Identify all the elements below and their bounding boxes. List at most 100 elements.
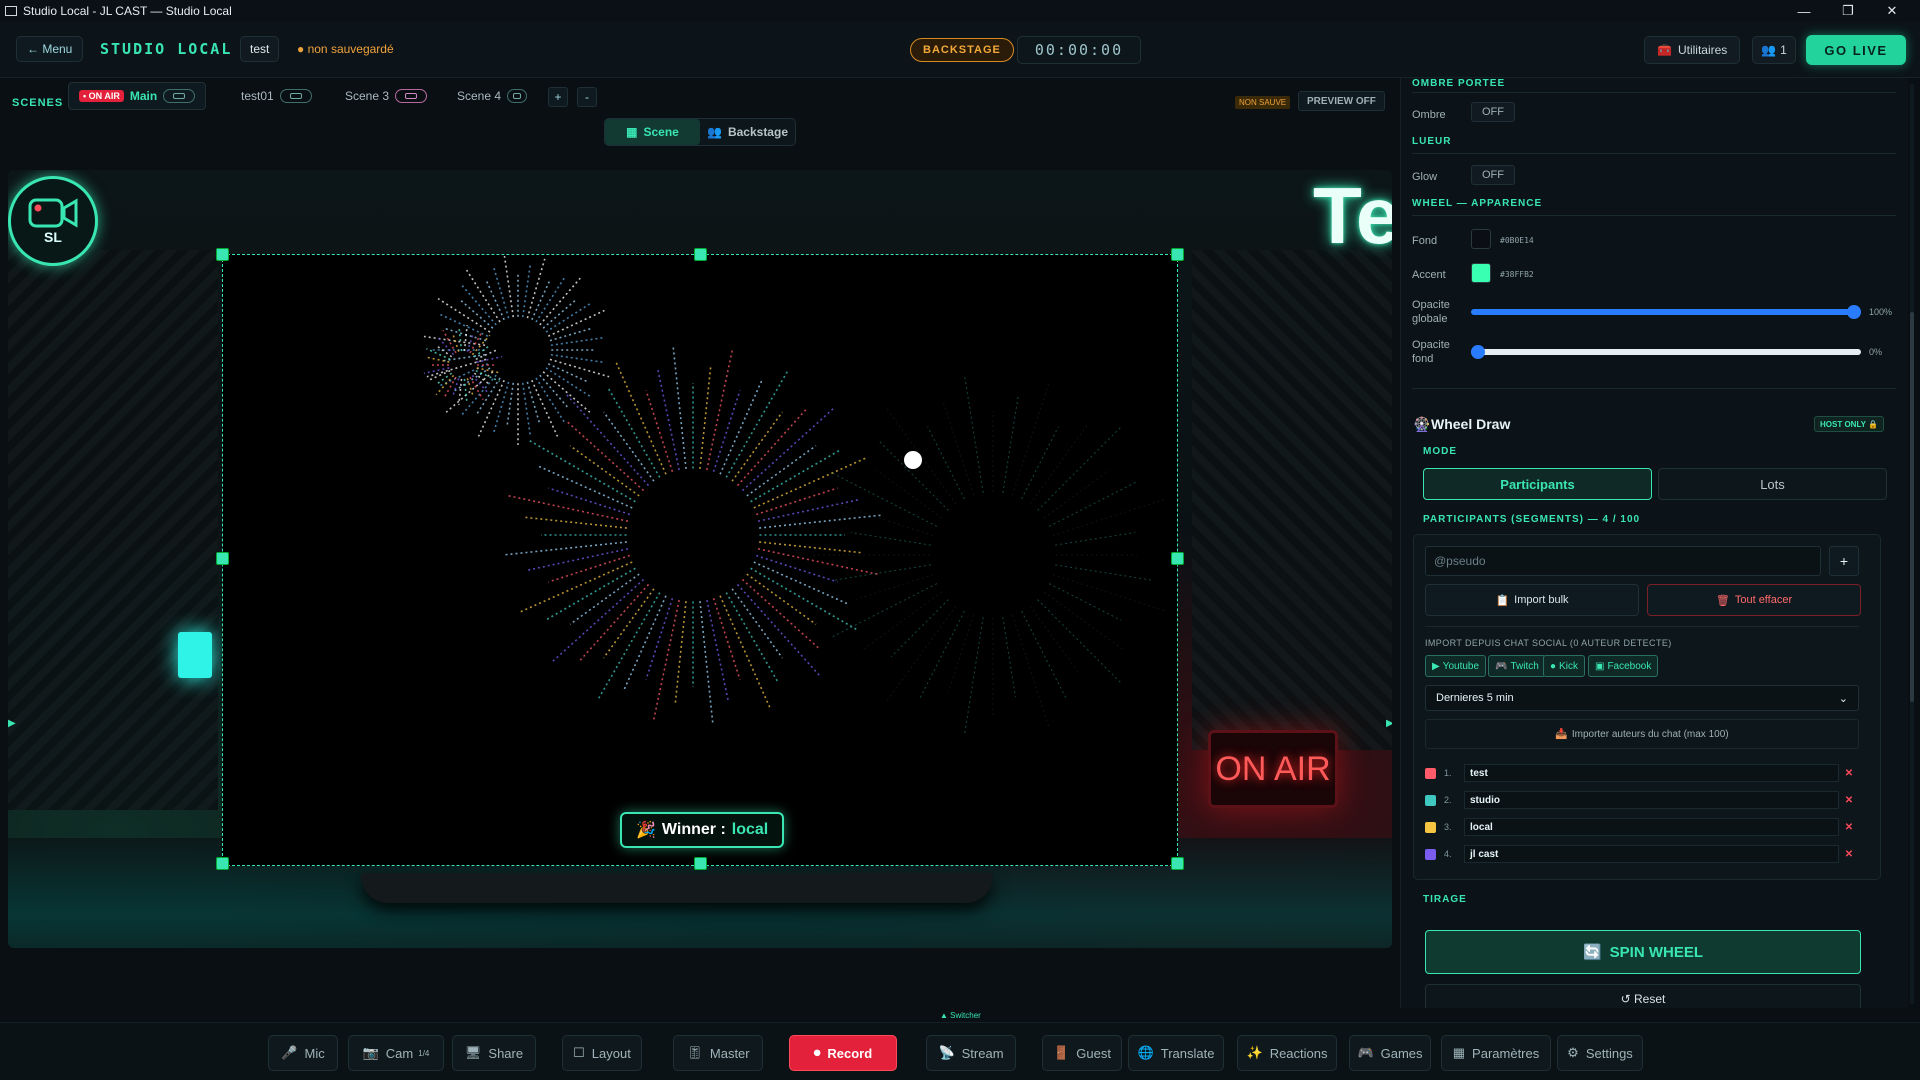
- add-scene-button[interactable]: +: [548, 87, 568, 107]
- ombre-toggle[interactable]: OFF: [1471, 102, 1515, 122]
- facebook-button[interactable]: ▣ Facebook: [1588, 655, 1659, 677]
- resize-handle-tr[interactable]: [1171, 248, 1184, 261]
- resize-handle-b[interactable]: [694, 857, 707, 870]
- reset-button[interactable]: ↺ Reset: [1425, 984, 1861, 1008]
- reactions-button[interactable]: ✨ Reactions: [1237, 1035, 1337, 1071]
- resize-handle-r[interactable]: [1171, 552, 1184, 565]
- games-button[interactable]: 🎮 Games: [1349, 1035, 1431, 1071]
- resize-handle-br[interactable]: [1171, 857, 1184, 870]
- firework-spark: [699, 364, 712, 469]
- layout-button[interactable]: ☐ Layout: [562, 1035, 642, 1071]
- expand-left-icon[interactable]: ▶: [8, 718, 16, 729]
- mic-button[interactable]: 🎤 Mic: [268, 1035, 338, 1071]
- translate-button[interactable]: 🌐 Translate: [1128, 1035, 1224, 1071]
- resize-handle-tl[interactable]: [216, 248, 229, 261]
- opacite-globale-knob[interactable]: [1847, 305, 1861, 319]
- close-icon[interactable]: ✕: [1870, 0, 1914, 22]
- participant-name[interactable]: test: [1464, 764, 1839, 782]
- expand-right-icon[interactable]: ▶: [1386, 718, 1392, 729]
- firework-spark: [603, 411, 655, 482]
- opacite-globale-slider[interactable]: [1471, 309, 1861, 315]
- maximize-icon[interactable]: ❐: [1826, 0, 1870, 22]
- remove-participant-icon[interactable]: ✕: [1839, 849, 1859, 860]
- preview-off-button[interactable]: PREVIEW OFF: [1298, 91, 1385, 111]
- stream-button[interactable]: 📡 Stream: [926, 1035, 1016, 1071]
- scrollbar-thumb[interactable]: [1910, 312, 1914, 702]
- resize-handle-t[interactable]: [694, 248, 707, 261]
- remove-participant-icon[interactable]: ✕: [1839, 822, 1859, 833]
- panel-scrollbar[interactable]: [1910, 84, 1914, 1004]
- firework-spark: [506, 382, 515, 426]
- firework-spark: [1029, 423, 1089, 505]
- firework-spark: [603, 588, 655, 659]
- twitch-label: Twitch: [1510, 660, 1539, 672]
- resize-handle-bl[interactable]: [216, 857, 229, 870]
- scene-toggle-icon[interactable]: [395, 89, 428, 103]
- cam-button[interactable]: 📷 Cam 1/4: [348, 1035, 444, 1071]
- wheel-overlay-frame[interactable]: [222, 254, 1178, 866]
- slider-icon: 🎚: [686, 1045, 703, 1060]
- scene-tab-scene-3[interactable]: Scene 3: [335, 82, 437, 110]
- spin-icon: 🔄: [1582, 944, 1602, 961]
- scene-toggle-icon[interactable]: [279, 89, 312, 103]
- clear-all-button[interactable]: 🗑 Tout effacer: [1647, 584, 1861, 616]
- firework-spark: [1011, 383, 1050, 496]
- add-participant-button[interactable]: +: [1829, 546, 1859, 576]
- share-button[interactable]: 🖥 Share: [452, 1035, 536, 1071]
- camera-icon: 📷: [362, 1045, 379, 1060]
- youtube-button[interactable]: ▶ Youtube: [1425, 655, 1487, 677]
- accent-color-swatch[interactable]: [1471, 263, 1491, 283]
- mode-lots-button[interactable]: Lots: [1658, 468, 1887, 500]
- gamepad-icon: 🎮: [1357, 1045, 1374, 1060]
- remove-participant-icon[interactable]: ✕: [1839, 795, 1859, 806]
- firework-spark: [1021, 610, 1067, 700]
- glow-toggle[interactable]: OFF: [1471, 165, 1515, 185]
- settings-button[interactable]: ⚙ Settings: [1557, 1035, 1643, 1071]
- fond-color-swatch[interactable]: [1471, 229, 1491, 249]
- opacite-fond-slider[interactable]: [1471, 349, 1861, 355]
- monitor-icon: 🖥: [464, 1045, 482, 1060]
- go-live-button[interactable]: GO LIVE: [1806, 35, 1906, 65]
- import-bulk-button[interactable]: 📋 Import bulk: [1425, 584, 1639, 616]
- scene-tab-scene-4[interactable]: Scene 4: [447, 82, 537, 110]
- period-select[interactable]: Dernieres 5 min ⌄: [1425, 685, 1859, 711]
- participant-color[interactable]: [1425, 794, 1436, 806]
- participant-color[interactable]: [1425, 848, 1436, 860]
- participant-color[interactable]: [1425, 821, 1436, 833]
- scene-view-button[interactable]: ▦ Scene: [605, 119, 700, 145]
- project-name[interactable]: test: [240, 36, 280, 62]
- kick-icon: ●: [1550, 660, 1557, 672]
- twitch-button[interactable]: 🎮 Twitch: [1488, 655, 1546, 677]
- menu-button[interactable]: ← Menu: [16, 36, 84, 62]
- backstage-view-button[interactable]: 👥 Backstage: [700, 119, 795, 145]
- scene-tab-main[interactable]: • ON AIR Main: [68, 82, 207, 110]
- parametres-button[interactable]: ▦ Paramètres: [1441, 1035, 1551, 1071]
- spin-wheel-button[interactable]: 🔄 SPIN WHEEL: [1425, 930, 1861, 974]
- utilities-button[interactable]: 🧰 Utilitaires: [1644, 36, 1741, 64]
- remove-scene-button[interactable]: -: [577, 87, 597, 107]
- participant-color[interactable]: [1425, 767, 1436, 779]
- switcher-toggle[interactable]: ▲ Switcher: [940, 1011, 981, 1020]
- firework-spark: [1052, 498, 1165, 537]
- youtube-label: Youtube: [1442, 660, 1480, 672]
- import-authors-button[interactable]: 📥 Importer auteurs du chat (max 100): [1425, 719, 1859, 749]
- firework-spark: [531, 379, 559, 437]
- participants-count-button[interactable]: 👥 1: [1752, 36, 1796, 64]
- pseudo-input[interactable]: @pseudo: [1425, 546, 1821, 576]
- guest-button[interactable]: 🚪 Guest: [1042, 1035, 1122, 1071]
- minimize-icon[interactable]: —: [1782, 0, 1826, 22]
- participant-name[interactable]: studio: [1464, 791, 1839, 809]
- resize-handle-l[interactable]: [216, 552, 229, 565]
- scene-toggle-icon[interactable]: [163, 89, 196, 103]
- participant-name[interactable]: local: [1464, 818, 1839, 836]
- stream-label: Stream: [961, 1045, 1004, 1061]
- scene-toggle-icon[interactable]: [507, 89, 528, 103]
- mode-participants-button[interactable]: Participants: [1423, 468, 1652, 500]
- remove-participant-icon[interactable]: ✕: [1839, 768, 1859, 779]
- record-button[interactable]: ⏺ Record: [789, 1035, 897, 1071]
- master-button[interactable]: 🎚 Master: [673, 1035, 763, 1071]
- scene-tab-test01[interactable]: test01: [231, 82, 322, 110]
- participant-name[interactable]: jl cast: [1464, 845, 1839, 863]
- opacite-fond-knob[interactable]: [1471, 345, 1485, 359]
- kick-button[interactable]: ● Kick: [1543, 655, 1585, 677]
